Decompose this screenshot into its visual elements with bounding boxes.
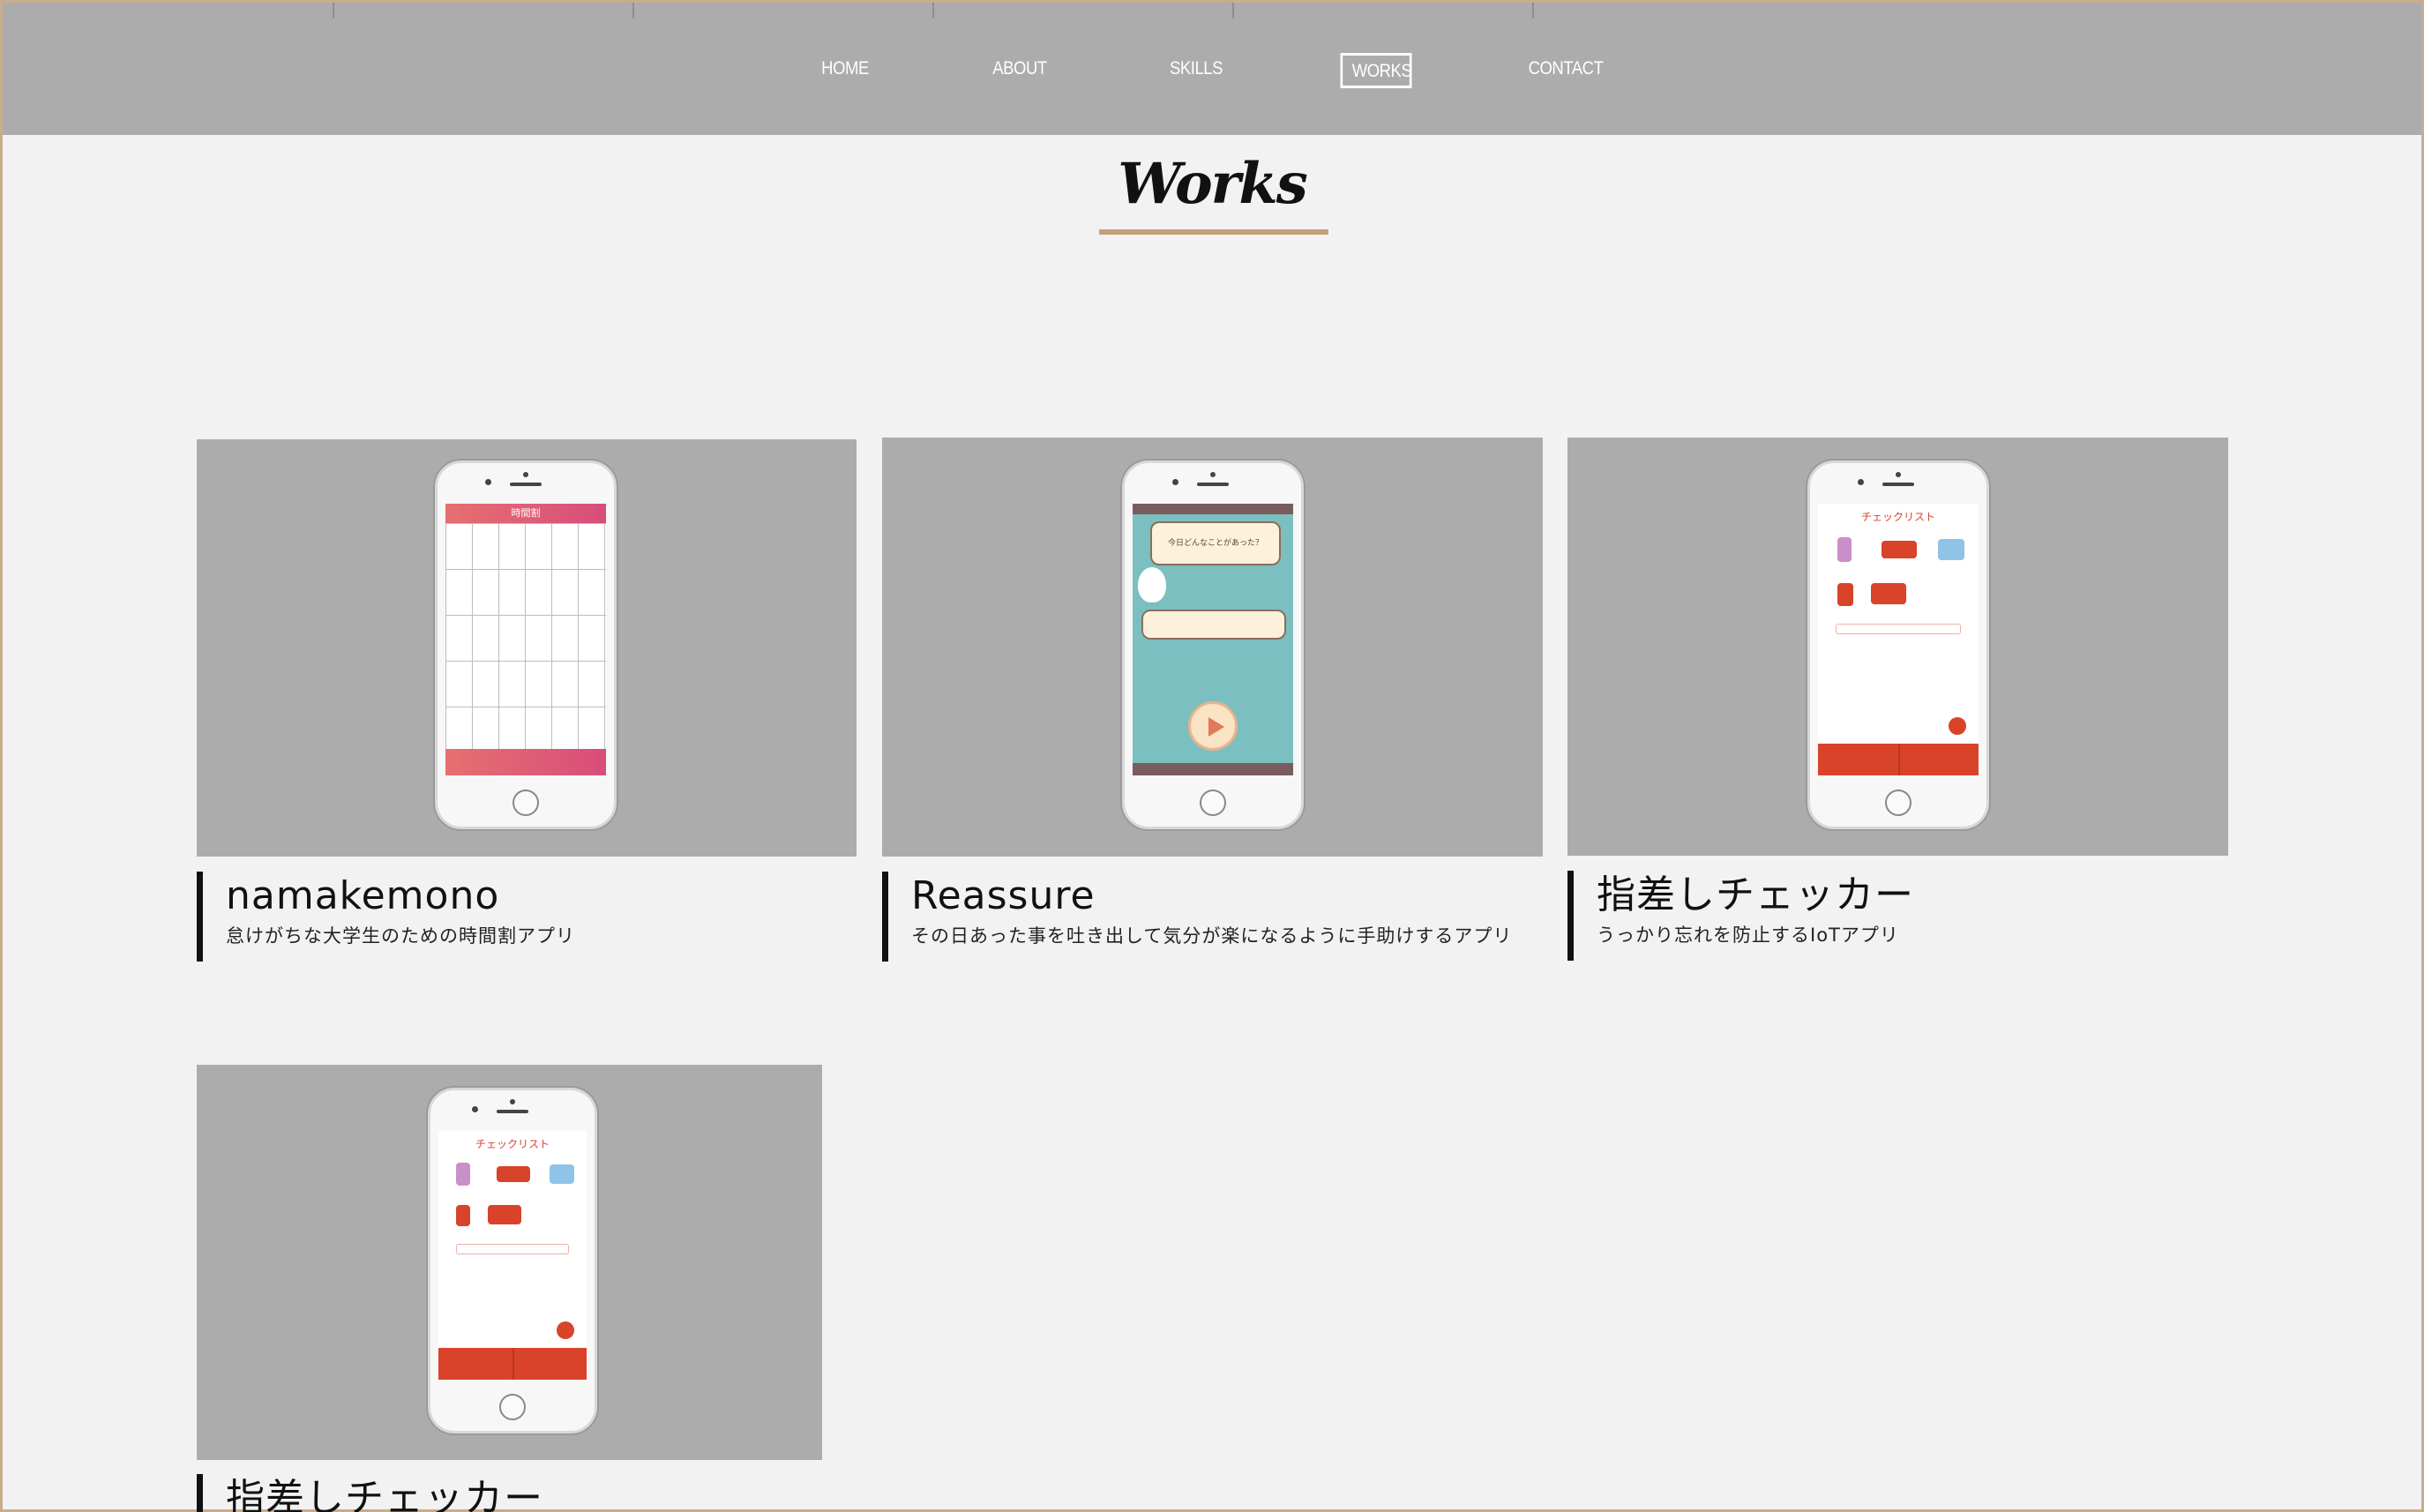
work-card-reassure[interactable]: 今日どんなことがあった？ Reassure その日あった事を吐き出して気分が楽に… (882, 438, 1543, 967)
chat-bubble: 今日どんなことがあった？ (1150, 521, 1281, 565)
work-info: 指差しチェッカー (197, 1474, 822, 1512)
work-title: namakemono (226, 873, 500, 918)
toilet-icon (456, 1205, 470, 1226)
page-title: Works (1118, 151, 1307, 217)
work-description: その日あった事を吐き出して気分が楽になるように手助けするアプリ (911, 925, 1513, 947)
top-navigation: HOME ABOUT SKILLS WORKS CONTACT (3, 3, 2421, 135)
timetable-tabbar (445, 749, 606, 775)
work-info: 指差しチェッカー うっかり忘れを防止するIoTアプリ (1567, 871, 2228, 961)
reset-bar (456, 1244, 569, 1254)
work-title: 指差しチェッカー (226, 1476, 543, 1512)
checklist-title: チェックリスト (1860, 511, 1935, 523)
nav-menu: HOME ABOUT SKILLS WORKS CONTACT (3, 53, 2421, 88)
app-screen-timetable: 時間割 (445, 504, 606, 775)
nav-dividers (3, 3, 2421, 19)
app-screen-checklist: チェックリスト (1818, 504, 1979, 775)
bed-icon (488, 1205, 521, 1224)
work-thumbnail[interactable]: チェックリスト (197, 1065, 822, 1460)
nav-item-about[interactable]: ABOUT (989, 53, 1051, 88)
nav-item-skills[interactable]: SKILLS (1165, 53, 1227, 88)
timetable-header: 時間割 (445, 504, 606, 523)
phone-mockup: チェックリスト (428, 1088, 597, 1433)
home-button-icon (512, 790, 539, 816)
home-button-icon (499, 1394, 526, 1420)
appliance-icon (550, 1164, 574, 1184)
reset-bar (1836, 624, 1961, 634)
home-button-icon (1200, 790, 1226, 816)
checklist-tabbar (1818, 744, 1979, 775)
nav-item-contact[interactable]: CONTACT (1527, 53, 1605, 88)
work-info: namakemono 怠けがちな大学生のための時間割アプリ (197, 872, 857, 962)
work-title: Reassure (911, 873, 1096, 918)
work-card-namakemono[interactable]: 時間割 namakemono 怠けがちな大学生のための時間割アプリ (197, 439, 857, 969)
work-thumbnail[interactable]: 今日どんなことがあった？ (882, 438, 1543, 857)
sofa-icon (497, 1166, 530, 1182)
nav-item-works[interactable]: WORKS (1340, 53, 1412, 88)
checklist-title: チェックリスト (475, 1138, 550, 1150)
phone-mockup: 時間割 (435, 460, 617, 829)
toilet-icon (1837, 583, 1853, 606)
nav-item-home[interactable]: HOME (818, 53, 872, 88)
item-icon (456, 1163, 470, 1186)
work-description: うっかり忘れを防止するIoTアプリ (1597, 924, 1899, 946)
work-description: 怠けがちな大学生のための時間割アプリ (226, 925, 575, 947)
add-icon (557, 1321, 574, 1339)
timetable-grid (445, 523, 606, 749)
sofa-icon (1882, 541, 1917, 558)
work-card-checker[interactable]: チェックリスト 指差しチェッカー うっかり忘れを防止するIoTアプリ (1567, 438, 2228, 967)
phone-mockup: 今日どんなことがあった？ (1122, 460, 1304, 829)
work-card-checker-2[interactable]: チェックリスト 指差しチェッカー (197, 1065, 822, 1512)
home-button-icon (1885, 790, 1912, 816)
work-info: Reassure その日あった事を吐き出して気分が楽になるように手助けするアプリ (882, 872, 1543, 962)
add-icon (1949, 717, 1966, 735)
work-thumbnail[interactable]: チェックリスト (1567, 438, 2228, 856)
bunny-icon (1138, 567, 1166, 603)
work-title: 指差しチェッカー (1597, 872, 1914, 917)
phone-mockup: チェックリスト (1807, 460, 1989, 829)
title-underline (1099, 229, 1328, 235)
input-bubble (1141, 610, 1286, 640)
app-screen-reassure: 今日どんなことがあった？ (1133, 504, 1293, 775)
bed-icon (1871, 583, 1906, 604)
item-icon (1837, 537, 1852, 562)
work-thumbnail[interactable]: 時間割 (197, 439, 857, 857)
app-screen-checklist: チェックリスト (438, 1131, 587, 1380)
play-icon (1188, 701, 1238, 751)
checklist-tabbar (438, 1348, 587, 1380)
appliance-icon (1938, 539, 1964, 560)
